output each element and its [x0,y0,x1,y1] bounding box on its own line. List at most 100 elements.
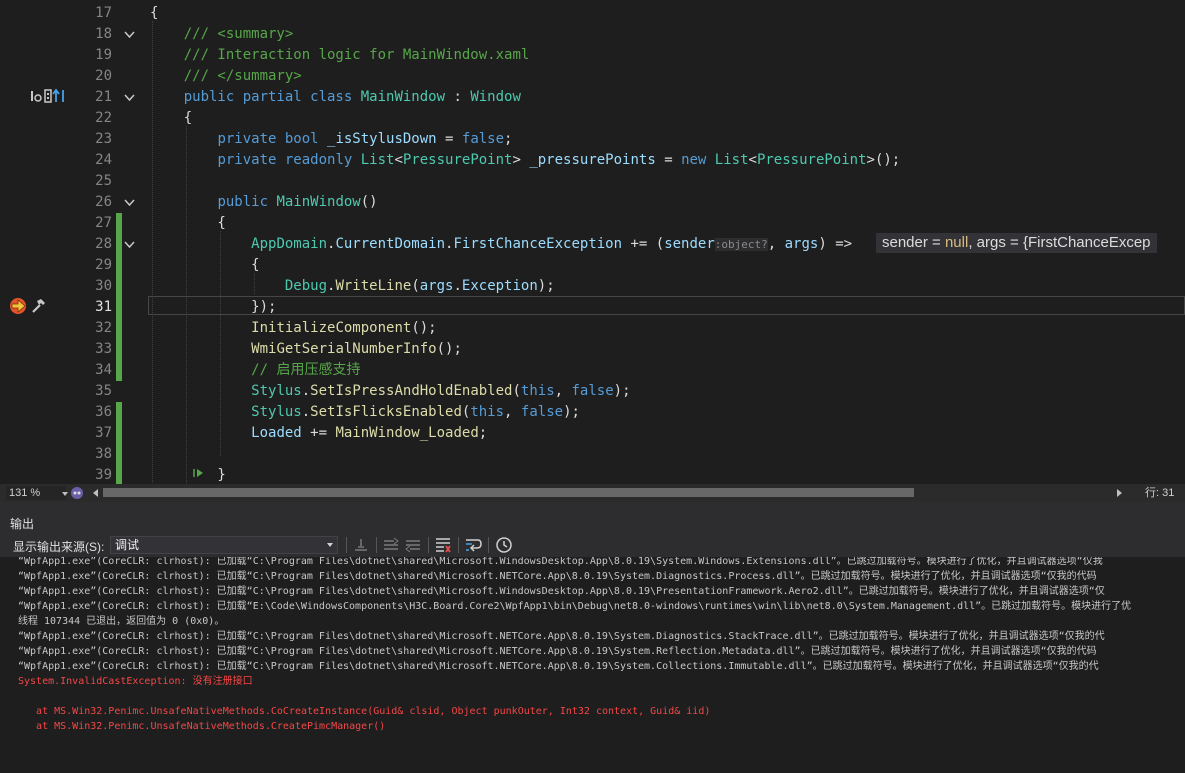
code-text: // 启用压感支持 [150,360,360,381]
fold-chevron-icon[interactable] [124,239,135,250]
code-line[interactable]: 37 Loaded += MainWindow_Loaded; [0,423,1185,444]
change-indicator [116,444,122,465]
code-line[interactable]: 34 // 启用压感支持 [0,360,1185,381]
code-token: FirstChanceException [453,236,623,252]
code-line[interactable]: 22 { [0,108,1185,129]
code-line[interactable]: 17 { [0,3,1185,24]
code-token: { [150,5,159,21]
line-number: 39 [95,467,112,483]
code-line[interactable]: 35 Stylus.SetIsPressAndHoldEnabled(this,… [0,381,1185,402]
indent-guide [152,21,153,483]
code-line[interactable]: 29 { [0,255,1185,276]
hammer-icon[interactable] [30,298,46,314]
indent-guide [254,273,255,294]
change-indicator [116,360,122,381]
code-text: { [150,213,225,234]
line-number: 32 [95,320,112,336]
code-line[interactable]: 21 public partial class MainWindow : Win… [0,87,1185,108]
code-text: InitializeComponent(); [150,318,436,339]
copilot-icon[interactable] [70,486,84,500]
code-line[interactable]: 24 private readonly List<PressurePoint> … [0,150,1185,171]
change-indicator [116,255,122,276]
code-token: // 启用压感支持 [251,362,361,378]
zoom-dropdown[interactable]: 131 % [6,486,68,500]
code-token: SetIsFlicksEnabled [310,404,462,420]
code-token: List [714,152,749,168]
find-message-icon[interactable] [352,536,370,554]
output-line: “WpfApp1.exe”(CoreCLR: clrhost): 已加载“C:\… [18,586,1105,597]
code-token: (); [436,341,462,357]
inlay-type-hint: :object? [714,238,768,251]
code-text: public MainWindow() [150,192,377,213]
output-line: 线程 107344 已退出，返回值为 0 (0x0)。 [18,616,225,627]
line-number: 37 [95,425,112,441]
horizontal-scrollbar-thumb[interactable] [103,488,914,497]
clear-all-icon[interactable] [434,536,452,554]
code-token: , [504,404,521,420]
code-line[interactable]: 23 private bool _isStylusDown = false; [0,129,1185,150]
output-line: “WpfApp1.exe”(CoreCLR: clrhost): 已加载“C:\… [18,661,1099,672]
code-token: ( [411,278,420,294]
next-message-icon[interactable] [404,536,422,554]
debug-datatip[interactable]: sender = null, args = {FirstChanceExcep [876,233,1157,253]
code-token: < [748,152,757,168]
code-token: ); [537,278,555,294]
scroll-right-arrow-icon[interactable] [1117,489,1122,497]
code-token: sender [664,236,715,252]
code-text: Stylus.SetIsPressAndHoldEnabled(this, fa… [150,381,631,402]
word-wrap-icon[interactable] [464,536,482,554]
code-token: >(); [866,152,901,168]
output-line: System.InvalidCastException: 没有注册接口 [18,676,253,687]
code-editor[interactable]: 17{18 /// <summary> 19 /// Interaction lo… [0,0,1185,484]
code-line[interactable]: 36 Stylus.SetIsFlicksEnabled(this, false… [0,402,1185,423]
output-source-select[interactable]: 调试 [110,536,338,554]
execution-pointer-icon[interactable] [8,296,28,316]
code-text: Debug.WriteLine(args.Exception); [150,276,555,297]
code-line[interactable]: 26 public MainWindow() [0,192,1185,213]
change-indicator [116,297,122,318]
datatip-sender-value: null [944,234,969,251]
code-token: Stylus [251,383,302,399]
code-line[interactable]: 18 /// <summary> [0,24,1185,45]
code-line[interactable]: 19 /// Interaction logic for MainWindow.… [0,45,1185,66]
fold-chevron-icon[interactable] [124,29,135,40]
cursor-position: 行: 31 [1145,487,1175,499]
code-token: += [301,425,336,441]
code-text: Stylus.SetIsFlicksEnabled(this, false); [150,402,580,423]
code-line[interactable]: 25 [0,171,1185,192]
code-token: WmiGetSerialNumberInfo [251,341,437,357]
code-line[interactable]: 38 [0,444,1185,465]
code-line[interactable]: 32 InitializeComponent(); [0,318,1185,339]
code-token: ); [613,383,631,399]
overrides-icon[interactable] [30,88,68,106]
code-token: . [301,404,311,420]
code-line[interactable]: 39 } [0,465,1185,484]
code-token: < [394,152,403,168]
code-token: args [419,278,454,294]
code-token: /// <summary> [183,26,294,42]
scroll-left-arrow-icon[interactable] [93,489,98,497]
line-number: 18 [95,26,112,42]
clock-icon[interactable] [495,536,513,554]
change-indicator [116,318,122,339]
code-text: AppDomain.CurrentDomain.FirstChanceExcep… [150,234,852,255]
code-line[interactable]: 27 { [0,213,1185,234]
output-line: “WpfApp1.exe”(CoreCLR: clrhost): 已加载“C:\… [18,631,1105,642]
fold-chevron-icon[interactable] [124,92,135,103]
code-line[interactable]: 30 Debug.WriteLine(args.Exception); [0,276,1185,297]
code-token: WriteLine [335,278,412,294]
output-panel-header: 输出 [0,502,1185,532]
code-line[interactable]: 33 WmiGetSerialNumberInfo(); [0,339,1185,360]
code-token: , [554,383,572,399]
fold-chevron-icon[interactable] [124,197,135,208]
code-line[interactable]: 20 /// </summary> [0,66,1185,87]
previous-message-icon[interactable] [382,536,400,554]
output-text-area[interactable]: “WpfApp1.exe”(CoreCLR: clrhost): 已加载“C:\… [0,557,1185,773]
code-text: /// </summary> [150,66,302,87]
line-number: 17 [95,5,112,21]
run-to-click-icon[interactable] [192,466,206,480]
